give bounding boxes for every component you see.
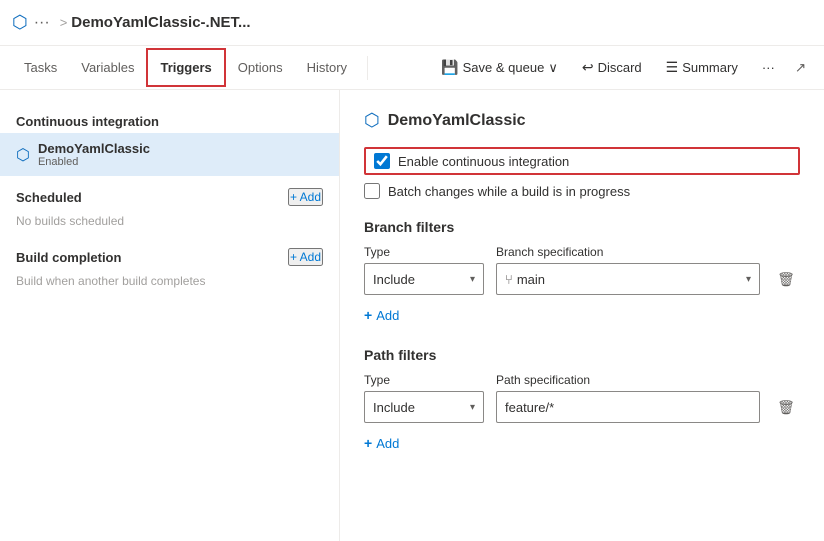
build-completion-title: Build completion [16,250,121,265]
nav-tabs: Tasks Variables Triggers Options History… [0,46,824,90]
branch-type-header: Type [364,245,484,259]
path-filter-headers: Type Path specification [364,373,800,387]
branch-type-value: Include [373,272,415,287]
path-filter-row: Include ▾ feature/* 🗑 [364,391,800,423]
path-spec-value: feature/* [505,400,554,415]
batch-changes-checkbox[interactable] [364,183,380,199]
main-layout: Continuous integration ⬡ DemoYamlClassic… [0,90,824,541]
summary-icon: ☰ [666,59,679,76]
ci-item-name: DemoYamlClassic [38,141,150,156]
sidebar-item-demoyamlclassic[interactable]: ⬡ DemoYamlClassic Enabled [0,133,339,176]
path-type-value: Include [373,400,415,415]
header-more-button[interactable]: ··· [34,14,50,32]
add-scheduled-button[interactable]: + Add [288,188,323,206]
tab-history[interactable]: History [295,50,359,85]
scheduled-empty: No builds scheduled [0,210,339,236]
scheduled-section: Scheduled + Add [0,176,339,210]
content-area: ⬡ DemoYamlClassic Enable continuous inte… [340,90,824,541]
branch-type-dropdown[interactable]: Include ▾ [364,263,484,295]
save-queue-label: Save & queue [463,60,545,75]
checkbox-group: Enable continuous integration Batch chan… [364,147,800,199]
path-filters-section: Path filters Type Path specification Inc… [364,347,800,455]
add-branch-filter-button[interactable]: + Add [364,303,399,327]
scheduled-title: Scheduled [16,190,82,205]
page-title: DemoYamlClassic-.NET... [71,14,250,31]
branch-spec-icon: ⑂ [505,272,513,287]
header: ⬡ ··· > DemoYamlClassic-.NET... [0,0,824,46]
build-completion-section: Build completion + Add [0,236,339,270]
add-branch-label: Add [376,308,399,323]
ci-section-title: Continuous integration [0,106,339,133]
add-build-completion-button[interactable]: + Add [288,248,323,266]
save-icon: 💾 [441,59,458,76]
branch-spec-input[interactable]: ⑂ main ▾ [496,263,760,295]
add-path-filter-button[interactable]: + Add [364,431,399,455]
enable-ci-highlight: Enable continuous integration [364,147,800,175]
summary-button[interactable]: ☰ Summary [656,53,748,82]
branch-spec-header: Branch specification [496,245,800,259]
path-type-arrow: ▾ [470,402,475,413]
branch-filter-headers: Type Branch specification [364,245,800,259]
tab-variables[interactable]: Variables [69,50,146,85]
branch-filter-row: Include ▾ ⑂ main ▾ 🗑 [364,263,800,295]
path-spec-header: Path specification [496,373,800,387]
add-path-label: Add [376,436,399,451]
add-path-icon: + [364,435,372,451]
enable-ci-label[interactable]: Enable continuous integration [398,154,569,169]
content-header: ⬡ DemoYamlClassic [364,110,800,131]
ci-item-status: Enabled [38,156,150,168]
summary-label: Summary [682,60,738,75]
path-delete-button[interactable]: 🗑 [772,393,800,421]
tab-options[interactable]: Options [226,50,295,85]
ci-item-info: DemoYamlClassic Enabled [38,141,150,168]
path-filters-title: Path filters [364,347,800,363]
tab-tasks[interactable]: Tasks [12,50,69,85]
content-title: DemoYamlClassic [388,112,526,130]
more-actions-button[interactable]: ··· [752,54,785,81]
breadcrumb-separator: > [60,15,68,30]
branch-filters-title: Branch filters [364,219,800,235]
branch-filters-section: Branch filters Type Branch specification… [364,219,800,327]
enable-ci-checkbox[interactable] [374,153,390,169]
build-completion-desc: Build when another build completes [0,270,339,296]
batch-changes-label[interactable]: Batch changes while a build is in progre… [388,184,630,199]
branch-type-arrow: ▾ [470,274,475,285]
discard-label: Discard [598,60,642,75]
path-type-header: Type [364,373,484,387]
batch-changes-row: Batch changes while a build is in progre… [364,183,800,199]
ci-item-icon: ⬡ [16,145,30,165]
content-header-icon: ⬡ [364,110,380,131]
path-spec-input[interactable]: feature/* [496,391,760,423]
nav-actions: 💾 Save & queue ∨ ↩ Discard ☰ Summary ···… [431,53,812,82]
app-icon: ⬡ [12,12,28,33]
path-type-dropdown[interactable]: Include ▾ [364,391,484,423]
tab-triggers[interactable]: Triggers [146,48,225,87]
sidebar: Continuous integration ⬡ DemoYamlClassic… [0,90,340,541]
expand-button[interactable]: ↗ [789,54,812,82]
branch-spec-arrow: ▾ [746,274,751,285]
save-queue-arrow: ∨ [548,60,558,76]
discard-icon: ↩ [582,59,594,76]
branch-spec-value: main [517,272,545,287]
add-branch-icon: + [364,307,372,323]
discard-button[interactable]: ↩ Discard [572,53,652,82]
nav-divider [367,56,368,80]
save-queue-button[interactable]: 💾 Save & queue ∨ [431,53,568,82]
branch-delete-button[interactable]: 🗑 [772,265,800,293]
